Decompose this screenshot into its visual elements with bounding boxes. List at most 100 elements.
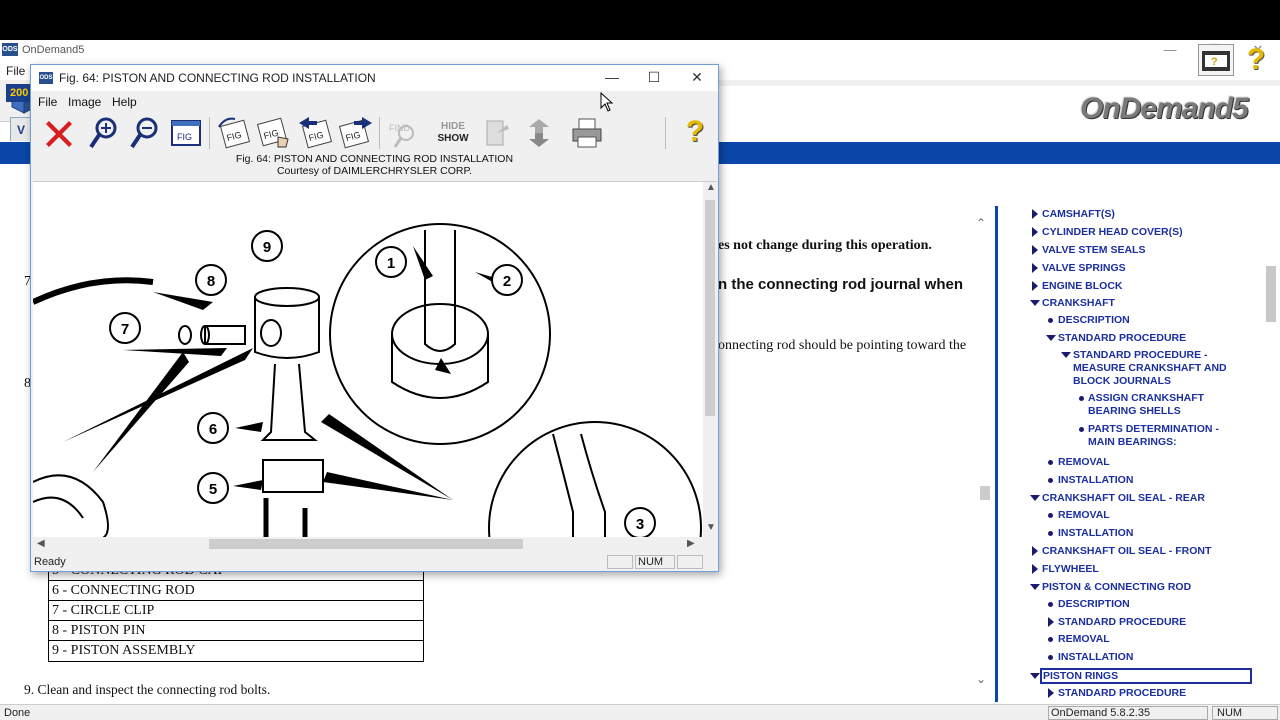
figure-vertical-scrollbar[interactable]: ▲ ▼: [703, 182, 717, 537]
tree-item[interactable]: REMOVAL: [1058, 633, 1254, 646]
status-text: Done: [4, 707, 31, 719]
tree-item[interactable]: STANDARD PROCEDURE - MEASURE CRANKSHAFT …: [1073, 349, 1253, 388]
tree-item[interactable]: CYLINDER HEAD COVER(S): [1042, 226, 1252, 239]
tree-item[interactable]: DESCRIPTION: [1058, 598, 1254, 611]
menu-help[interactable]: Help: [112, 95, 137, 109]
scroll-right-icon[interactable]: ▶: [687, 538, 695, 549]
expand-arrow-icon[interactable]: [1032, 281, 1038, 291]
tree-item[interactable]: PISTON & CONNECTING ROD: [1042, 581, 1252, 594]
expand-arrow-icon[interactable]: [1032, 227, 1038, 237]
tree-item[interactable]: INSTALLATION: [1058, 527, 1254, 540]
tree-item[interactable]: STANDARD PROCEDURE: [1058, 687, 1254, 700]
figure-hscroll-thumb[interactable]: [209, 539, 523, 549]
document-disabled-icon[interactable]: [479, 115, 515, 151]
svg-text:FIG: FIG: [177, 132, 192, 142]
tree-item[interactable]: CRANKSHAFT OIL SEAL - FRONT: [1042, 545, 1252, 558]
window-fit-icon[interactable]: FIG: [168, 115, 204, 151]
print-icon[interactable]: [569, 115, 605, 151]
callout-1: 1: [387, 255, 395, 272]
bullet-icon: [1048, 637, 1053, 642]
close-icon[interactable]: ✕: [675, 67, 719, 87]
scroll-left-icon[interactable]: ◀: [37, 538, 45, 549]
tree-item[interactable]: INSTALLATION: [1058, 474, 1254, 487]
callout-6: 6: [209, 421, 217, 438]
collapse-arrow-icon[interactable]: [1030, 495, 1040, 501]
collapse-arrow-icon[interactable]: [1061, 352, 1071, 358]
status-panel: [677, 555, 703, 569]
zoom-out-icon[interactable]: [127, 115, 163, 151]
refresh-icon[interactable]: [521, 115, 557, 151]
tree-item[interactable]: CRANKSHAFT OIL SEAL - REAR: [1042, 492, 1252, 505]
tree-scrollbar[interactable]: [1264, 212, 1278, 692]
help-icon[interactable]: ?: [1240, 44, 1272, 76]
main-statusbar: Done OnDemand 5.8.2.35 NUM: [0, 704, 1280, 720]
collapse-arrow-icon[interactable]: [1030, 300, 1040, 306]
collapse-arrow-icon[interactable]: [1046, 335, 1056, 341]
figure-title-bar[interactable]: ODS Fig. 64: PISTON AND CONNECTING ROD I…: [31, 65, 718, 91]
expand-arrow-icon[interactable]: [1032, 209, 1038, 219]
doc-scroll-down-icon[interactable]: ⌄: [976, 672, 986, 686]
figure-image[interactable]: 1 2 3 5 6 7 8 9 ▲ ▼: [33, 181, 717, 537]
doc-bold-line-1: es not change during this operation.: [718, 238, 932, 253]
hide-show-button[interactable]: HIDE SHOW: [431, 117, 475, 151]
expand-arrow-icon[interactable]: [1048, 617, 1054, 627]
hide-label: HIDE: [441, 121, 465, 132]
tree-item[interactable]: VALVE STEM SEALS: [1042, 244, 1252, 257]
scroll-up-icon[interactable]: ▲: [706, 182, 716, 193]
fig-pan-icon[interactable]: FIG: [256, 115, 292, 151]
expand-arrow-icon[interactable]: [1032, 564, 1038, 574]
collapse-arrow-icon[interactable]: [1030, 673, 1040, 679]
tree-item[interactable]: REMOVAL: [1058, 456, 1254, 469]
figure-vscroll-thumb[interactable]: [705, 200, 715, 416]
doc-scrollbar-thumb[interactable]: [980, 486, 990, 500]
tree-item[interactable]: FLYWHEEL: [1042, 563, 1252, 576]
help-icon[interactable]: ?: [677, 115, 713, 151]
figure-window: ODS Fig. 64: PISTON AND CONNECTING ROD I…: [30, 64, 719, 572]
app-icon: ODS: [2, 43, 18, 56]
find-icon[interactable]: FIND: [386, 115, 422, 151]
tree-item[interactable]: VALVE SPRINGS: [1042, 262, 1252, 275]
expand-arrow-icon[interactable]: [1032, 546, 1038, 556]
collapse-arrow-icon[interactable]: [1030, 584, 1040, 590]
tree-item[interactable]: PARTS DETERMINATION - MAIN BEARINGS:: [1088, 423, 1248, 449]
ondemand5-logo: OnDemand5: [1080, 92, 1249, 125]
tree-item[interactable]: INSTALLATION: [1058, 651, 1254, 664]
figure-app-icon: ODS: [39, 72, 53, 84]
doc-line-1: onnecting rod should be pointing toward …: [718, 338, 967, 353]
tree-item[interactable]: REMOVAL: [1058, 509, 1254, 522]
minimize-icon[interactable]: —: [1148, 40, 1192, 60]
tree-item[interactable]: STANDARD PROCEDURE: [1058, 332, 1254, 345]
bullet-icon: [1048, 513, 1053, 518]
top-black-bar: [0, 0, 1280, 40]
figure-horizontal-scrollbar[interactable]: ◀ ▶: [33, 537, 701, 551]
maximize-icon[interactable]: ☐: [632, 67, 676, 87]
tree-item[interactable]: ENGINE BLOCK: [1042, 280, 1252, 293]
fig-rotate-left-icon[interactable]: FIG: [215, 115, 251, 151]
tree-item[interactable]: CAMSHAFT(S): [1042, 208, 1252, 221]
film-help-icon[interactable]: ?: [1198, 44, 1234, 76]
tree-scrollbar-thumb[interactable]: [1266, 266, 1276, 322]
close-x-icon[interactable]: [41, 115, 77, 151]
doc-scroll-up-icon[interactable]: ⌃: [976, 216, 986, 230]
minimize-icon[interactable]: —: [590, 67, 634, 87]
menu-file[interactable]: File: [38, 95, 57, 109]
tree-item[interactable]: DESCRIPTION: [1058, 314, 1254, 327]
show-label: SHOW: [437, 133, 469, 144]
figure-num-panel: NUM: [635, 555, 675, 569]
fig-previous-icon[interactable]: FIG: [297, 115, 333, 151]
menu-image[interactable]: Image: [68, 95, 101, 109]
zoom-in-icon[interactable]: [86, 115, 122, 151]
expand-arrow-icon[interactable]: [1032, 263, 1038, 273]
expand-arrow-icon[interactable]: [1048, 688, 1054, 698]
expand-arrow-icon[interactable]: [1032, 245, 1038, 255]
toolbar-separator: [379, 117, 380, 149]
tree-selection-highlight: [1040, 668, 1252, 684]
toolbar-separator: [665, 117, 666, 149]
tree-item[interactable]: STANDARD PROCEDURE: [1058, 616, 1254, 629]
bullet-icon: [1079, 396, 1084, 401]
fig-next-icon[interactable]: FIG: [338, 115, 374, 151]
scroll-down-icon[interactable]: ▼: [706, 522, 716, 533]
tree-item[interactable]: CRANKSHAFT: [1042, 297, 1252, 310]
main-menu-file[interactable]: File: [6, 64, 25, 78]
tree-item[interactable]: ASSIGN CRANKSHAFT BEARING SHELLS: [1088, 392, 1248, 418]
